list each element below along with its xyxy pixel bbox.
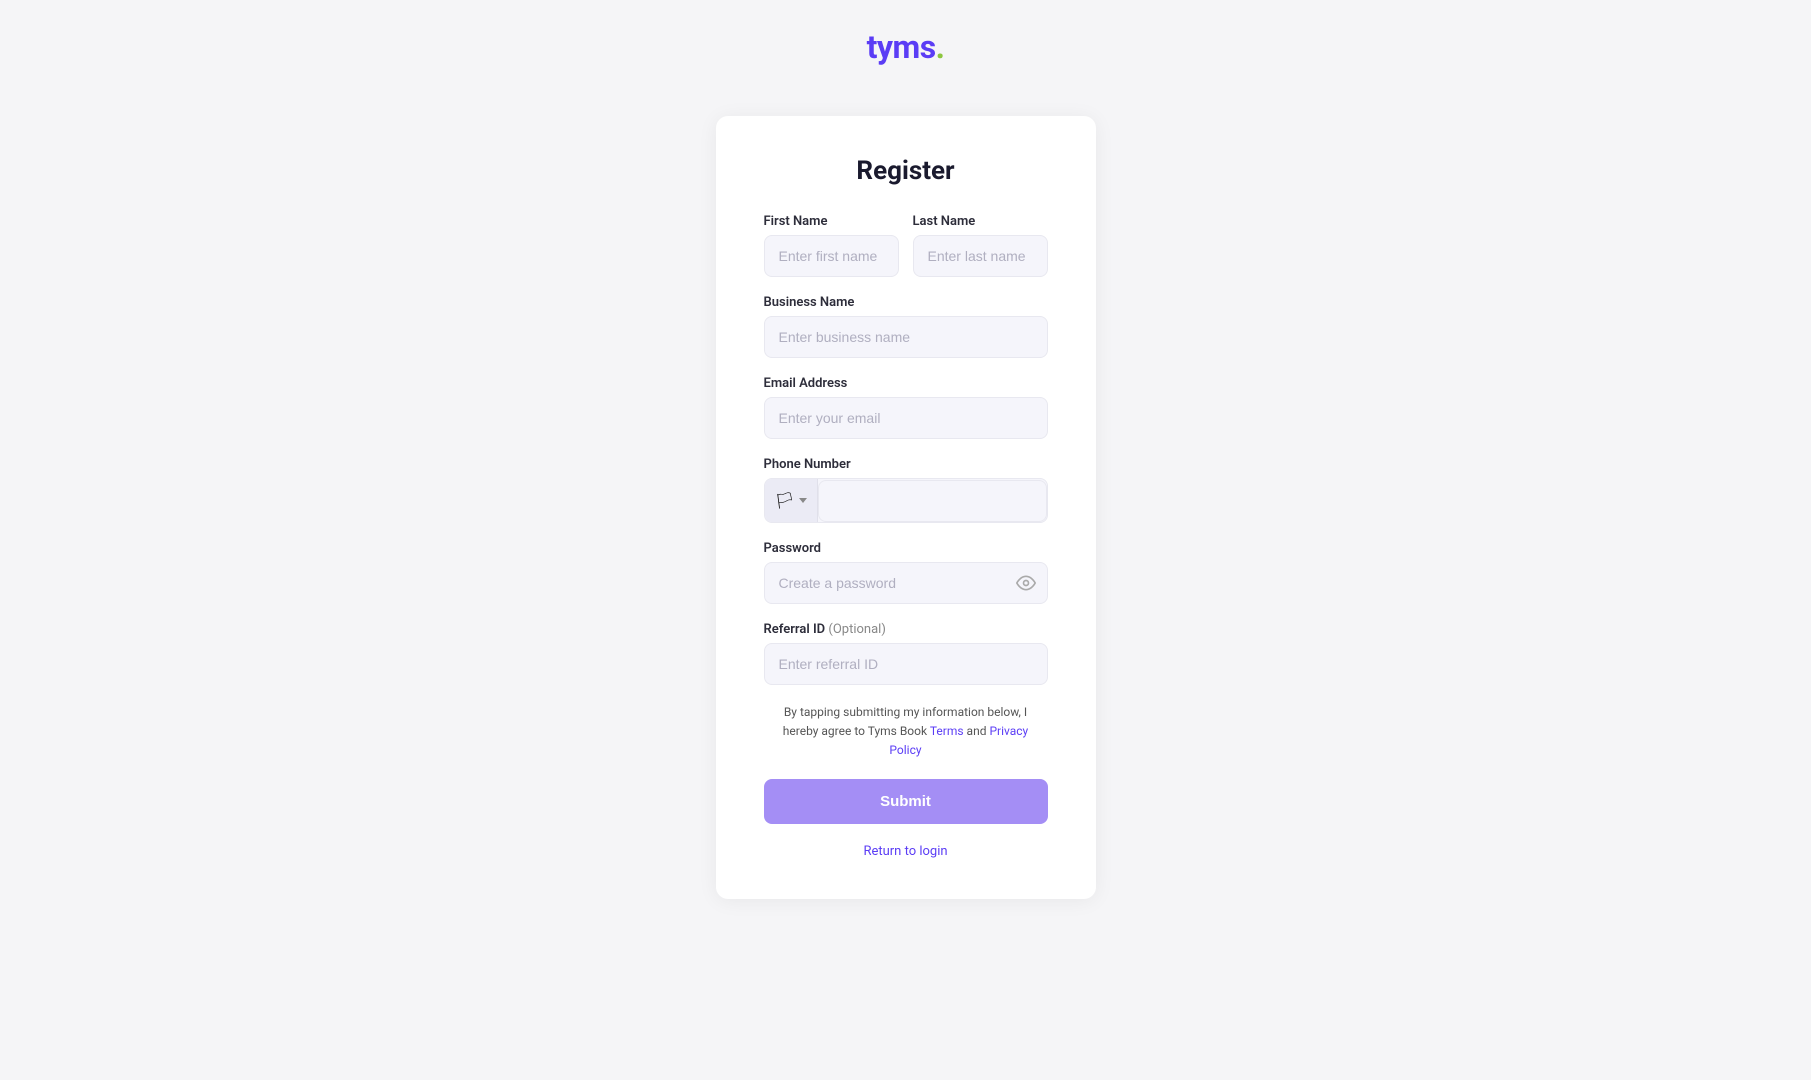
referral-id-label: Referral ID (Optional) bbox=[764, 622, 1048, 637]
first-name-group: First Name bbox=[764, 214, 899, 277]
toggle-password-icon[interactable] bbox=[1016, 573, 1036, 593]
password-label: Password bbox=[764, 541, 1048, 556]
app-header: tyms. bbox=[0, 0, 1811, 86]
first-name-label: First Name bbox=[764, 214, 899, 229]
email-group: Email Address bbox=[764, 376, 1048, 439]
name-row: First Name Last Name bbox=[764, 214, 1048, 277]
email-label: Email Address bbox=[764, 376, 1048, 391]
phone-label: Phone Number bbox=[764, 457, 1048, 472]
submit-button[interactable]: Submit bbox=[764, 779, 1048, 824]
phone-country-selector[interactable]: 🏳 bbox=[765, 479, 818, 522]
phone-group: Phone Number 🏳 bbox=[764, 457, 1048, 523]
last-name-label: Last Name bbox=[913, 214, 1048, 229]
page-title: Register bbox=[764, 156, 1048, 186]
consent-text: By tapping submitting my information bel… bbox=[764, 703, 1048, 761]
return-login-link[interactable]: Return to login bbox=[863, 844, 947, 859]
referral-id-group: Referral ID (Optional) bbox=[764, 622, 1048, 685]
business-name-input[interactable] bbox=[764, 316, 1048, 358]
email-input[interactable] bbox=[764, 397, 1048, 439]
phone-number-input[interactable] bbox=[818, 480, 1047, 522]
flag-icon: 🏳 bbox=[775, 491, 795, 510]
last-name-input[interactable] bbox=[913, 235, 1048, 277]
logo-text: tyms bbox=[867, 28, 936, 66]
business-name-label: Business Name bbox=[764, 295, 1048, 310]
password-group: Password bbox=[764, 541, 1048, 604]
last-name-group: Last Name bbox=[913, 214, 1048, 277]
first-name-input[interactable] bbox=[764, 235, 899, 277]
app-logo: tyms. bbox=[867, 28, 945, 66]
referral-id-input[interactable] bbox=[764, 643, 1048, 685]
register-form: First Name Last Name Business Name Email… bbox=[764, 214, 1048, 859]
phone-input-wrapper: 🏳 bbox=[764, 478, 1048, 523]
password-wrapper bbox=[764, 562, 1048, 604]
business-name-group: Business Name bbox=[764, 295, 1048, 358]
terms-link[interactable]: Terms bbox=[930, 724, 964, 738]
logo-dot: . bbox=[936, 28, 945, 66]
return-login-wrapper: Return to login bbox=[764, 840, 1048, 859]
password-input[interactable] bbox=[764, 562, 1048, 604]
register-card: Register First Name Last Name Business N… bbox=[716, 116, 1096, 899]
chevron-down-icon bbox=[799, 498, 807, 503]
